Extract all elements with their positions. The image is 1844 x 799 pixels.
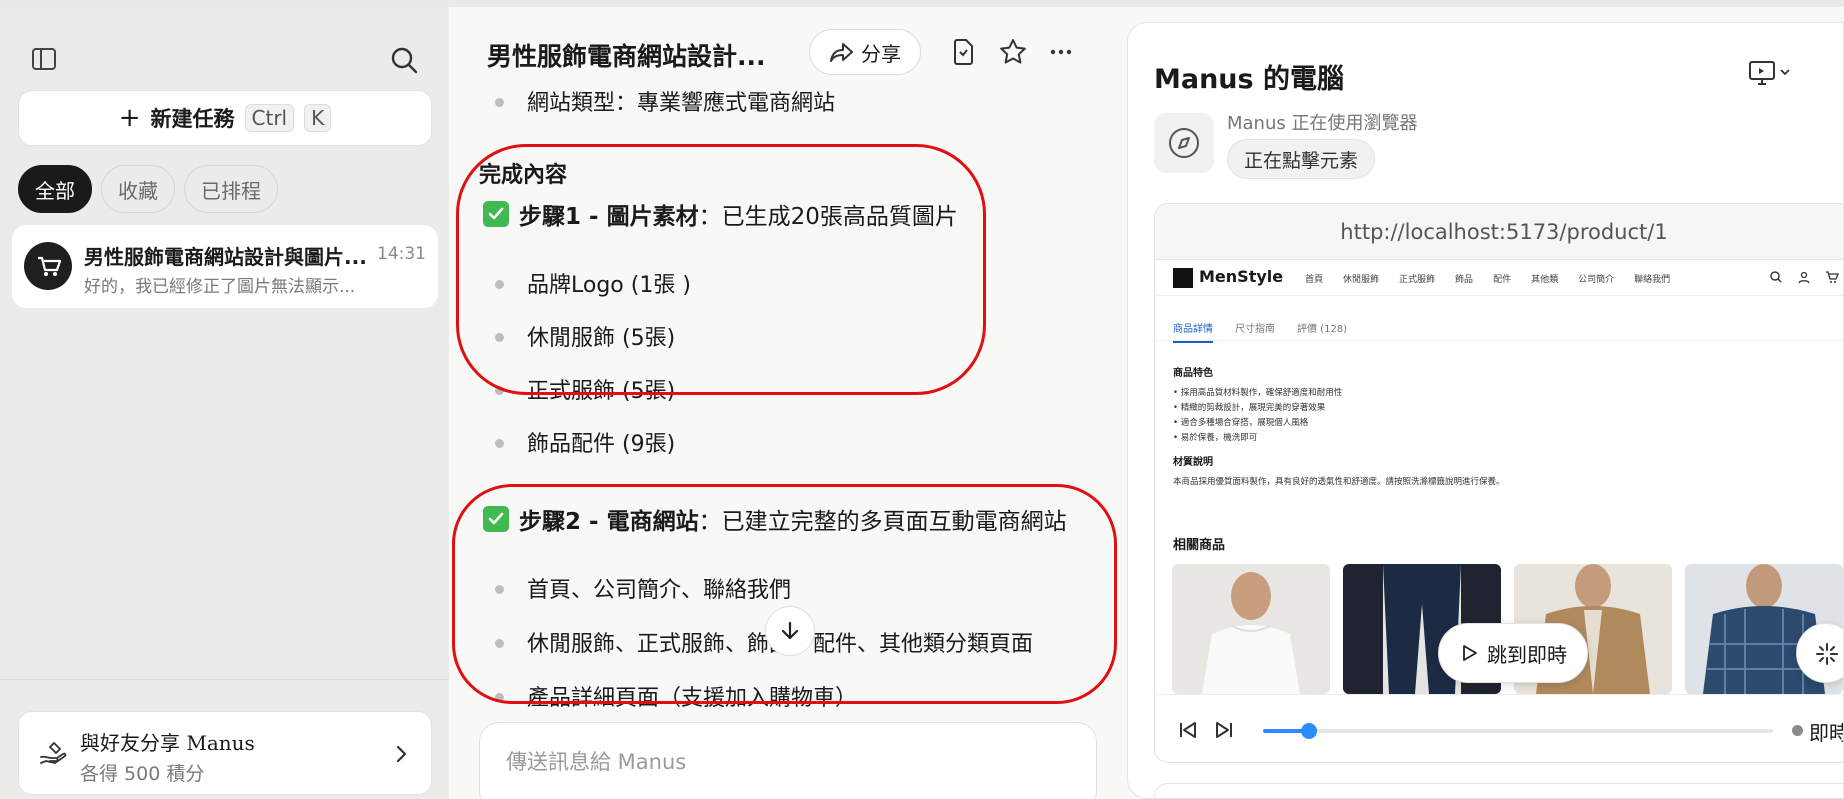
browser-view: http://localhost:5173/product/1 MenStyle… [1154, 203, 1843, 763]
chat-title: 男性服飾電商網站設計... [487, 42, 766, 71]
site-nav-item[interactable]: 公司簡介 [1578, 272, 1614, 285]
next-panel-card [1154, 783, 1843, 798]
chevron-right-icon [396, 745, 407, 763]
scroll-to-bottom-button[interactable] [765, 606, 815, 656]
site-nav-item[interactable]: 首頁 [1305, 272, 1323, 285]
site-navbar: MenStyle 首頁 休閒服飾 正式服飾 飾品 配件 其他類 公司簡介 聯絡我… [1155, 260, 1843, 296]
feature-item: • 採用高品質材料製作，確保舒適度和耐用性 [1173, 388, 1343, 398]
live-indicator-dot [1792, 725, 1803, 736]
playback-controls: 即時 [1155, 694, 1843, 762]
bullet-dot [495, 439, 504, 448]
message-input[interactable] [504, 749, 1064, 775]
more-options-icon[interactable] [1046, 37, 1076, 67]
using-browser-text: Manus 正在使用瀏覽器 [1227, 113, 1418, 134]
material-heading: 材質說明 [1173, 457, 1213, 468]
site-nav-item[interactable]: 正式服飾 [1399, 272, 1435, 285]
sparkle-button[interactable] [1796, 623, 1843, 683]
related-products-heading: 相關商品 [1173, 538, 1226, 553]
sparkle-icon [1816, 643, 1838, 665]
search-icon[interactable] [389, 45, 419, 75]
share-title: 與好友分享 Manus [80, 731, 255, 755]
live-label: 即時 [1809, 721, 1843, 745]
site-nav-item[interactable]: 配件 [1493, 272, 1511, 285]
site-nav-items: 首頁 休閒服飾 正式服飾 飾品 配件 其他類 公司簡介 聯絡我們 [1305, 272, 1670, 285]
site-type-line: 網站類型：專業響應式電商網站 [527, 91, 836, 116]
jump-label: 跳到即時 [1487, 642, 1567, 667]
task-avatar [24, 242, 72, 290]
share-with-friends-card[interactable]: 與好友分享 Manus 各得 500 積分 [18, 711, 432, 795]
website-preview: MenStyle 首頁 休閒服飾 正式服飾 飾品 配件 其他類 公司簡介 聯絡我… [1155, 260, 1843, 694]
site-nav-icons [1769, 270, 1839, 284]
message-composer [479, 722, 1097, 799]
url-bar: http://localhost:5173/product/1 [1155, 204, 1843, 260]
site-nav-item[interactable]: 休閒服飾 [1343, 272, 1379, 285]
brand-name: MenStyle [1199, 267, 1284, 286]
new-task-button[interactable]: + 新建任務 Ctrl K [18, 90, 432, 146]
new-task-label: 新建任務 [150, 107, 235, 131]
panel-title: Manus 的電腦 [1154, 64, 1345, 95]
status-chip: 正在點擊元素 [1227, 139, 1376, 179]
annotation-highlight [456, 144, 986, 395]
tabs-divider [1155, 340, 1843, 341]
filter-scheduled[interactable]: 已排程 [184, 165, 278, 213]
search-icon[interactable] [1769, 270, 1783, 284]
user-icon[interactable] [1797, 270, 1811, 284]
filter-favorites[interactable]: 收藏 [101, 165, 175, 213]
shortcut-ctrl: Ctrl [244, 104, 295, 132]
cart-icon[interactable] [1825, 270, 1839, 284]
skip-forward-icon[interactable] [1213, 719, 1235, 741]
share-arrow-icon [830, 43, 853, 62]
step1-item: 飾品配件 (9張) [527, 432, 676, 457]
material-text: 本商品採用優質面料製作，具有良好的透氣性和舒適度。請按照洗滌標籤說明進行保養。 [1173, 477, 1505, 487]
feature-item: • 精緻的剪裁設計，展現完美的穿著效果 [1173, 403, 1326, 413]
sidebar: + 新建任務 Ctrl K 全部 收藏 已排程 男性服飾電商網站設計與圖片...… [0, 7, 449, 799]
feature-item: • 易於保養，機洗即可 [1173, 433, 1258, 443]
feature-item: • 適合多種場合穿搭，展現個人風格 [1173, 418, 1309, 428]
bullet-dot [495, 98, 504, 107]
site-nav-item[interactable]: 聯絡我們 [1634, 272, 1670, 285]
task-filters: 全部 收藏 已排程 [18, 165, 278, 213]
brand-logo [1173, 268, 1193, 288]
monitor-dropdown-icon[interactable] [1748, 59, 1794, 87]
gift-hand-icon [40, 741, 67, 764]
plus-icon: + [118, 103, 141, 133]
sidebar-toggle-icon[interactable] [30, 45, 58, 73]
progress-knob[interactable] [1300, 723, 1317, 739]
file-icon[interactable] [948, 37, 978, 67]
site-nav-item[interactable]: 其他類 [1531, 272, 1558, 285]
share-subtitle: 各得 500 積分 [80, 763, 205, 785]
star-icon[interactable] [998, 37, 1028, 67]
task-title: 男性服飾電商網站設計與圖片... [84, 245, 367, 269]
arrow-down-icon [781, 621, 799, 640]
share-button[interactable]: 分享 [809, 29, 921, 75]
shortcut-key: K [304, 104, 332, 132]
play-icon [1463, 645, 1477, 661]
filter-all[interactable]: 全部 [18, 165, 92, 213]
chat-panel: 男性服飾電商網站設計... 分享 網站類型：專業響應式電商網站 完成內容 步驟1… [449, 7, 1127, 799]
annotation-highlight [452, 484, 1117, 704]
shopping-cart-icon [38, 256, 62, 276]
features-heading: 商品特色 [1173, 368, 1213, 379]
task-preview: 好的，我已經修正了圖片無法顯示... [84, 277, 356, 297]
product-image-white-tshirt[interactable] [1172, 564, 1330, 694]
window-top-strip [0, 0, 1844, 7]
skip-back-icon[interactable] [1177, 719, 1199, 741]
computer-panel: Manus 的電腦 Manus 正在使用瀏覽器 正在點擊元素 http://lo… [1127, 22, 1844, 799]
task-time: 14:31 [377, 244, 426, 264]
task-list-item[interactable]: 男性服飾電商網站設計與圖片... 14:31 好的，我已經修正了圖片無法顯示..… [12, 225, 438, 308]
share-label: 分享 [861, 41, 901, 66]
browser-compass-icon [1154, 113, 1214, 173]
jump-to-live-button[interactable]: 跳到即時 [1438, 623, 1588, 683]
sidebar-divider [0, 679, 449, 680]
progress-slider[interactable] [1263, 723, 1773, 739]
site-nav-item[interactable]: 飾品 [1455, 272, 1473, 285]
